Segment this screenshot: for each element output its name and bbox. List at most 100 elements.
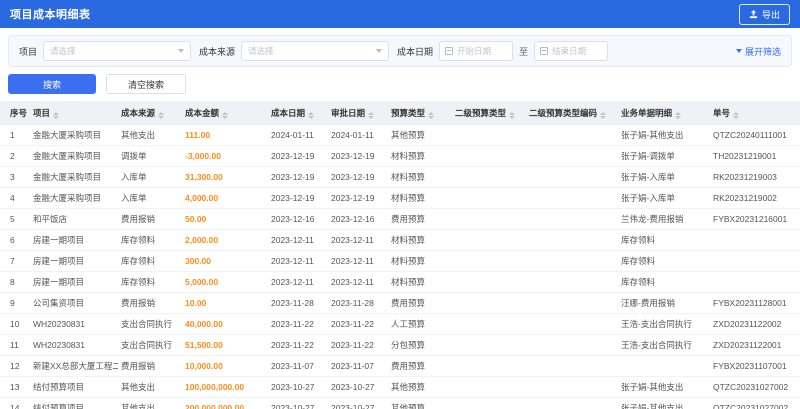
cell-no: 3 [0, 166, 30, 188]
cell-approval-date: 2023-10-27 [328, 397, 388, 409]
column-label: 成本来源 [121, 108, 156, 118]
cell-cost-source: 其他支出 [118, 376, 182, 398]
cell-secondary-budget-type [452, 292, 526, 314]
cell-cost-amount: -3,000.00 [182, 145, 268, 167]
column-header-secondary-budget-type[interactable]: 二级预算类型 [452, 101, 526, 125]
cell-project: 和平饭店 [30, 208, 118, 230]
cost-source-select[interactable]: 请选择 [241, 41, 390, 61]
cell-secondary-budget-type [452, 125, 526, 146]
column-header-business-document-detail[interactable]: 业务单据明细 [618, 101, 710, 125]
cell-project: WH20230831 [30, 334, 118, 356]
calendar-icon [445, 47, 454, 55]
sort-icon[interactable] [600, 112, 607, 119]
column-label: 单号 [713, 108, 731, 118]
cell-document-no: FYBX20231107001 [710, 355, 800, 377]
cell-cost-date: 2023-11-22 [268, 334, 328, 356]
cell-cost-amount: 10.00 [182, 292, 268, 314]
cell-business-document-detail [618, 355, 710, 377]
column-label: 二级预算类型编码 [529, 108, 598, 118]
cell-budget-type: 材料预算 [388, 166, 452, 188]
cell-business-document-detail: 库存领料 [618, 250, 710, 272]
cell-budget-type: 费用预算 [388, 355, 452, 377]
sort-icon[interactable] [222, 112, 229, 119]
column-header-cost-source[interactable]: 成本来源 [118, 101, 182, 125]
cell-no: 2 [0, 145, 30, 167]
cell-no: 10 [0, 313, 30, 335]
cell-cost-source: 费用报销 [118, 292, 182, 314]
cell-document-no [710, 271, 800, 293]
cell-approval-date: 2024-01-11 [328, 125, 388, 146]
column-header-project[interactable]: 项目 [30, 101, 118, 125]
cell-cost-date: 2023-11-22 [268, 313, 328, 335]
project-select[interactable]: 请选择 [43, 41, 192, 61]
column-header-secondary-budget-type-code[interactable]: 二级预算类型编码 [526, 101, 618, 125]
cost-source-select-placeholder: 请选择 [248, 46, 274, 56]
cell-secondary-budget-type [452, 313, 526, 335]
cell-project: 结付预算项目 [30, 376, 118, 398]
cell-approval-date: 2023-10-27 [328, 376, 388, 398]
cell-business-document-detail: 库存领料 [618, 271, 710, 293]
cell-cost-date: 2023-12-19 [268, 145, 328, 167]
cell-approval-date: 2023-12-11 [328, 271, 388, 293]
column-header-cost-amount[interactable]: 成本金额 [182, 101, 268, 125]
cell-project: 金融大厦采购项目 [30, 145, 118, 167]
column-header-document-no[interactable]: 单号 [710, 101, 800, 125]
cell-cost-amount: 31,300.00 [182, 166, 268, 188]
cell-no: 5 [0, 208, 30, 230]
cell-secondary-budget-type-code [526, 355, 618, 377]
search-button[interactable]: 搜索 [8, 74, 96, 94]
table-row: 12新建XX总部大厦工程二期费用报销10,000.002023-11-07202… [0, 355, 800, 377]
table-header-row: 序号 项目 成本来源 成本金额 成本日期 审批日期 预算类型 二级预算类型 二级预算类型编码 业务… [0, 101, 800, 125]
cell-secondary-budget-type [452, 145, 526, 167]
cell-secondary-budget-type [452, 229, 526, 251]
cell-cost-source: 其他支出 [118, 397, 182, 409]
start-date-placeholder: 开始日期 [457, 46, 492, 56]
table-row: 8 房建一期项目 库存领料 5,000.00 2023-12-11 2023-12-11 材… [0, 271, 800, 293]
cell-project: 公司集资项目 [30, 292, 118, 314]
column-label: 审批日期 [331, 108, 366, 118]
cell-cost-date: 2023-10-27 [268, 376, 328, 398]
clear-search-button[interactable]: 清空搜索 [106, 74, 186, 94]
cell-document-no [710, 250, 800, 272]
cell-project: WH20230831 [30, 313, 118, 335]
column-header-approval-date[interactable]: 审批日期 [328, 101, 388, 125]
cell-budget-type: 材料预算 [388, 145, 452, 167]
column-header-budget-type[interactable]: 预算类型 [388, 101, 452, 125]
cell-business-document-detail: 张子娟-入库单 [618, 166, 710, 188]
sort-icon[interactable] [733, 112, 740, 119]
end-date-input[interactable]: 结束日期 [534, 41, 609, 61]
table-row: 14 结付预算项目 其他支出 200,000,000.00 2023-10-27 2023… [0, 397, 800, 409]
data-table: 序号 项目 成本来源 成本金额 成本日期 审批日期 预算类型 二级预算类型 二级预算类型编码 业务… [0, 101, 800, 409]
sort-icon[interactable] [428, 112, 435, 119]
cell-secondary-budget-type [452, 355, 526, 377]
cell-cost-amount: 2,000.00 [182, 229, 268, 251]
sort-icon[interactable] [509, 112, 516, 119]
sort-icon[interactable] [158, 112, 165, 119]
cell-document-no: ZXD20231122002 [710, 313, 800, 335]
chevron-down-icon [376, 49, 383, 53]
chevron-down-icon [178, 49, 185, 53]
cell-cost-source: 库存领料 [118, 271, 182, 293]
sort-icon[interactable] [308, 112, 315, 119]
sort-icon[interactable] [53, 112, 60, 119]
export-button[interactable]: 导出 [738, 3, 790, 25]
cell-cost-date: 2024-01-11 [268, 125, 328, 146]
cell-cost-amount: 200,000,000.00 [182, 397, 268, 409]
cell-secondary-budget-type [452, 376, 526, 398]
cell-approval-date: 2023-11-22 [328, 334, 388, 356]
cell-budget-type: 费用预算 [388, 292, 452, 314]
cell-secondary-budget-type-code [526, 166, 618, 188]
calendar-icon [540, 47, 549, 55]
cell-secondary-budget-type [452, 250, 526, 272]
cell-cost-source: 支出合同执行 [118, 334, 182, 356]
cell-cost-date: 2023-12-16 [268, 208, 328, 230]
cell-budget-type: 其他预算 [388, 397, 452, 409]
sort-icon[interactable] [368, 112, 375, 119]
cell-cost-date: 2023-12-11 [268, 229, 328, 251]
cell-project: 房建一期项目 [30, 271, 118, 293]
expand-filter-link[interactable]: 展开筛选 [735, 45, 781, 58]
sort-icon[interactable] [675, 112, 682, 119]
column-header-cost-date[interactable]: 成本日期 [268, 101, 328, 125]
cell-cost-source: 支出合同执行 [118, 313, 182, 335]
start-date-input[interactable]: 开始日期 [439, 41, 514, 61]
